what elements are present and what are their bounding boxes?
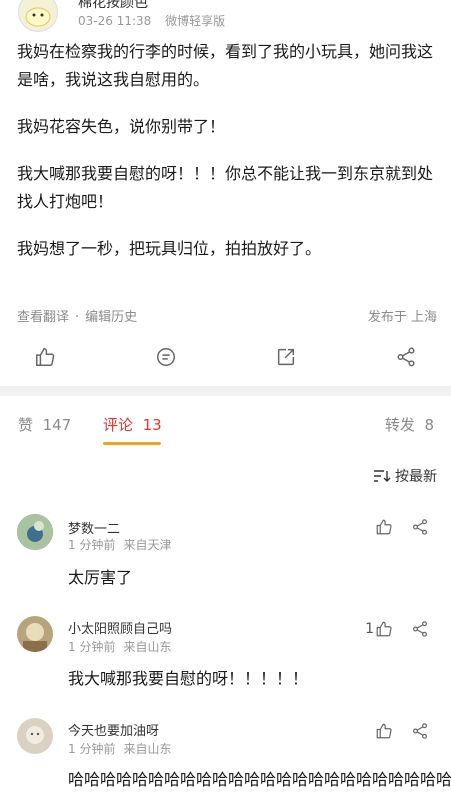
comment-time: 1 分钟前 (68, 640, 116, 654)
comments-count: 13 (142, 416, 162, 434)
tab-likes[interactable]: 赞 147 (18, 414, 71, 435)
comments-label: 评论 (103, 416, 134, 434)
sort-toggle[interactable]: 按最新 (373, 466, 437, 486)
commenter-name[interactable]: 今天也要加油呀 (68, 720, 159, 739)
author-name[interactable]: 棉花按颜色 (78, 0, 148, 12)
comment-meta: 1 分钟前 来自天津 (68, 536, 179, 553)
comment-location: 来自天津 (123, 538, 172, 552)
comment-like-button[interactable]: 1 (365, 620, 393, 638)
comment-time: 1 分钟前 (68, 538, 116, 552)
comment-time: 1 分钟前 (68, 742, 116, 756)
tab-comments[interactable]: 评论 13 (103, 414, 162, 435)
post-paragraph: 我妈想了一秒，把玩具归位，拍拍放好了。 (17, 239, 322, 258)
reposts-label: 转发 (384, 416, 415, 434)
comment-location: 来自山东 (123, 742, 172, 756)
post-source: 微博轻享版 (165, 14, 226, 28)
share-icon[interactable] (411, 620, 429, 642)
comment-icon[interactable] (153, 344, 179, 370)
stats-bar: 赞 147 评论 13 转发 8 (0, 414, 451, 445)
author-avatar[interactable] (18, 0, 58, 32)
post-paragraph: 我妈在检察我的行李的时候，看到了我的小玩具，她问我这是啥，我说这我自慰用的。 (17, 42, 434, 89)
comment-location: 来自山东 (123, 640, 172, 654)
post-body: 我妈在检察我的行李的时候，看到了我的小玩具，她问我这是啥，我说这我自慰用的。 我… (17, 38, 437, 282)
translate-link[interactable]: 查看翻译 (17, 310, 69, 325)
comment-like-button[interactable] (374, 722, 393, 740)
comment-meta: 1 分钟前 来自山东 (68, 638, 179, 655)
comment-meta: 1 分钟前 来自山东 (68, 740, 179, 757)
edit-history-link[interactable]: 编辑历史 (85, 310, 137, 325)
commenter-name[interactable]: 小太阳照顾自己吗 (68, 618, 172, 637)
comment-like-button[interactable] (374, 518, 393, 536)
share-icon[interactable] (411, 518, 429, 540)
post-paragraph: 我妈花容失色，说你别带了！ (17, 117, 226, 136)
section-divider (0, 386, 451, 396)
likes-label: 赞 (18, 416, 34, 434)
commenter-avatar[interactable] (17, 514, 53, 550)
like-icon[interactable] (32, 344, 58, 370)
separator: · (75, 310, 80, 325)
post-paragraph: 我大喊那我要自慰的呀！！！你总不能让我一到东京就到处找人打炮吧！ (17, 164, 434, 211)
sort-label: 按最新 (395, 469, 437, 485)
post-tools: 查看翻译 · 编辑历史 发布于 上海 (17, 306, 437, 325)
comment-text: 哈哈哈哈哈哈哈哈哈哈哈哈哈哈哈哈哈哈哈哈哈哈哈哈哈 (68, 770, 451, 789)
published-location: 发布于 上海 (367, 310, 437, 325)
post-date: 03-26 11:38 (78, 14, 152, 28)
comment-text: 太厉害了 (68, 568, 133, 587)
comment-like-count: 1 (365, 621, 374, 637)
action-bar (0, 338, 451, 378)
reposts-count: 8 (424, 416, 434, 434)
like-icon (376, 621, 392, 637)
post-meta: 03-26 11:38 微博轻享版 (78, 12, 235, 29)
tab-reposts[interactable]: 转发 8 (385, 414, 434, 435)
commenter-avatar[interactable] (17, 718, 53, 754)
post-header: 棉花按颜色 03-26 11:38 微博轻享版 (0, 0, 451, 36)
comment-text: 我大喊那我要自慰的呀！！！！！ (68, 669, 309, 688)
commenter-name[interactable]: 梦数一二 (68, 518, 120, 537)
like-icon (376, 519, 392, 535)
like-icon (376, 723, 392, 739)
share-icon[interactable] (411, 722, 429, 744)
likes-count: 147 (42, 416, 72, 434)
commenter-avatar[interactable] (17, 616, 53, 652)
sort-icon (374, 470, 391, 482)
active-tab-indicator (103, 442, 161, 445)
share-icon[interactable] (393, 344, 419, 370)
repost-icon[interactable] (273, 344, 299, 370)
